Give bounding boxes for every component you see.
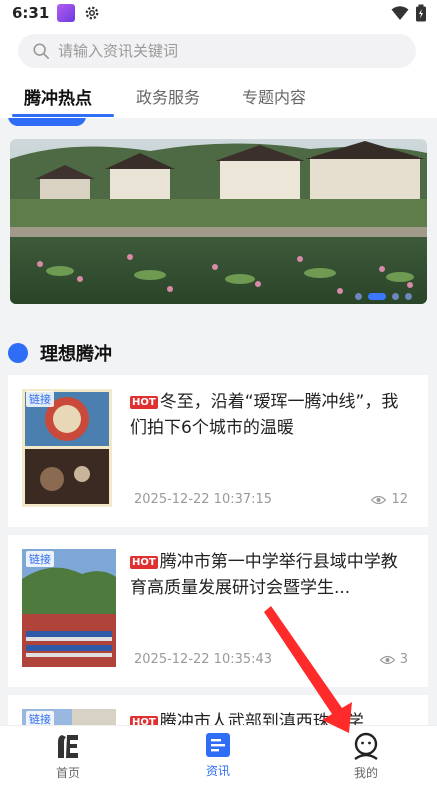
- eye-icon: [371, 495, 387, 504]
- section-title: 理想腾冲: [40, 344, 112, 365]
- views-count: 12: [391, 492, 408, 507]
- status-time: 6:31: [12, 4, 50, 22]
- article-title: HOT 腾冲市人武部到滇西珠宝学: [130, 709, 410, 725]
- tab-special-topics[interactable]: 专题内容: [242, 84, 306, 108]
- article-date: 2025-12-22 10:35:43: [134, 652, 273, 667]
- article-card[interactable]: 链接 HOT 腾冲市人武部到滇西珠宝学: [8, 695, 428, 725]
- nav-news[interactable]: 资讯: [178, 732, 258, 779]
- hot-badge: HOT: [130, 556, 158, 569]
- link-tag: 链接: [26, 711, 54, 725]
- article-title-text: 冬至，沿着“瑷珲一腾冲线”，我们拍下6个城市的温暖: [130, 392, 399, 438]
- carousel-dot-active[interactable]: [368, 293, 386, 300]
- hot-badge: HOT: [130, 716, 158, 725]
- carousel-indicator: [355, 293, 412, 300]
- eye-icon: [379, 655, 395, 664]
- article-title: HOT 冬至，沿着“瑷珲一腾冲线”，我们拍下6个城市的温暖: [130, 389, 410, 441]
- search-icon: [33, 43, 50, 60]
- article-thumbnail: 链接: [22, 389, 112, 507]
- views-count: 3: [399, 652, 408, 667]
- banner-carousel[interactable]: [10, 139, 427, 304]
- header: 腾冲热点 政务服务 专题内容: [0, 26, 437, 118]
- article-views: 12: [371, 492, 408, 507]
- search-input[interactable]: [58, 42, 388, 60]
- article-thumbnail: 链接: [22, 709, 116, 725]
- app-notification-icon: [57, 4, 76, 22]
- article-card[interactable]: 链接 HOT 腾冲市第一中学举行县域中学教育高质量发展研讨会暨学生... 2025…: [8, 535, 428, 687]
- banner-image: [10, 139, 427, 304]
- profile-icon: [354, 732, 378, 760]
- article-thumbnail: 链接: [22, 549, 116, 667]
- search-bar[interactable]: [18, 34, 416, 68]
- bottom-nav: 首页 资讯 我的: [0, 725, 437, 785]
- nav-label: 资讯: [205, 764, 230, 778]
- article-title-text: 腾冲市第一中学举行县域中学教育高质量发展研讨会暨学生...: [130, 552, 398, 598]
- carousel-dot[interactable]: [355, 293, 362, 300]
- article-date: 2025-12-22 10:37:15: [134, 492, 273, 507]
- link-tag: 链接: [26, 391, 54, 407]
- section-bullet-icon: [8, 343, 28, 363]
- news-icon: [206, 733, 230, 757]
- article-views: 3: [379, 652, 408, 667]
- active-tab-indicator: [12, 114, 114, 117]
- carousel-dot[interactable]: [405, 293, 412, 300]
- tab-bar: 腾冲热点 政务服务 专题内容: [0, 78, 437, 118]
- content-feed[interactable]: 理想腾冲 链接 HOT 冬至，沿着“瑷珲一腾冲线”，我们拍下6个城市的温暖 202…: [0, 118, 437, 725]
- section-header: 理想腾冲: [8, 340, 112, 366]
- tab-tengchong-hot[interactable]: 腾冲热点: [24, 84, 92, 109]
- category-pill[interactable]: [8, 118, 86, 126]
- nav-label: 我的: [353, 766, 378, 780]
- nav-home[interactable]: 首页: [28, 732, 108, 781]
- nav-profile[interactable]: 我的: [326, 732, 406, 781]
- battery-icon: [416, 4, 426, 22]
- wifi-icon: [391, 6, 409, 20]
- hot-badge: HOT: [130, 396, 158, 409]
- tab-government-services[interactable]: 政务服务: [136, 84, 200, 108]
- article-title: HOT 腾冲市第一中学举行县域中学教育高质量发展研讨会暨学生...: [130, 549, 410, 601]
- nav-label: 首页: [55, 766, 80, 780]
- gear-icon: [85, 6, 99, 20]
- link-tag: 链接: [26, 551, 54, 567]
- article-card[interactable]: 链接 HOT 冬至，沿着“瑷珲一腾冲线”，我们拍下6个城市的温暖 2025-12-…: [8, 375, 428, 527]
- home-logo-icon: [58, 735, 78, 758]
- carousel-dot[interactable]: [392, 293, 399, 300]
- status-bar: 6:31: [0, 0, 437, 26]
- article-title-text: 腾冲市人武部到滇西珠宝学: [159, 712, 364, 725]
